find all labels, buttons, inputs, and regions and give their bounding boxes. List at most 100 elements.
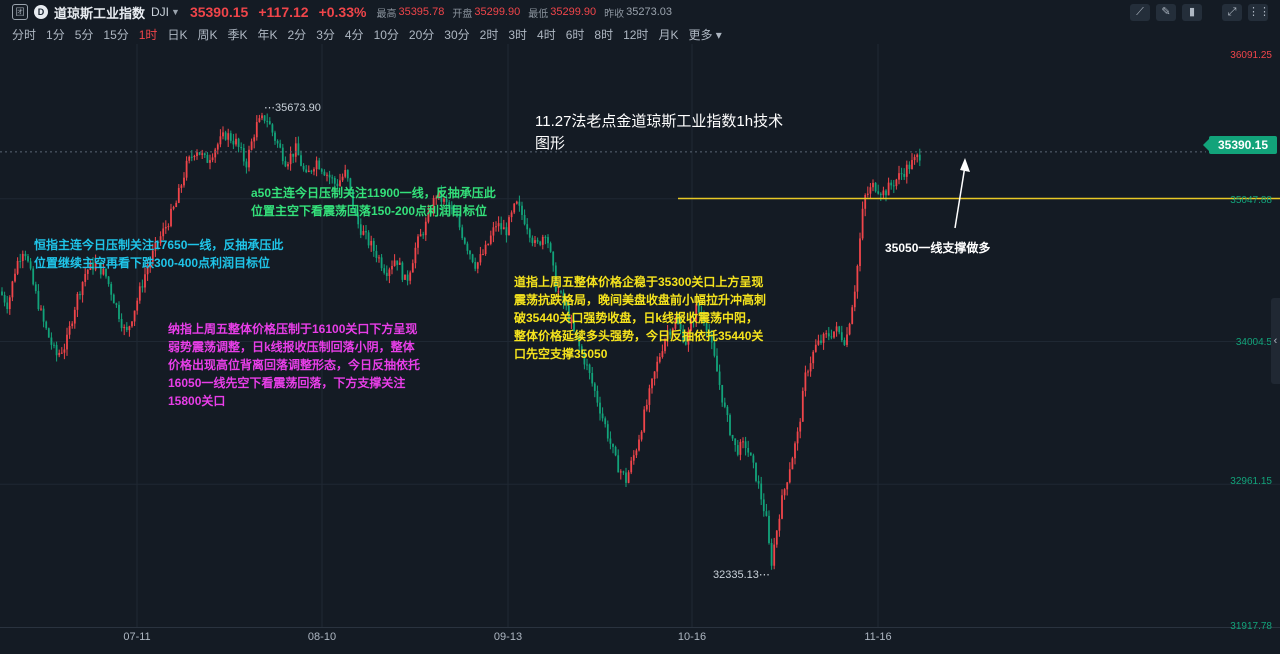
candle-body — [409, 272, 412, 281]
candle-body — [258, 118, 261, 123]
candle-body — [63, 349, 66, 353]
chevron-down-icon[interactable]: ▼ — [171, 7, 180, 17]
candle-body — [749, 452, 752, 456]
candle-body — [461, 227, 464, 239]
candle-body — [593, 383, 596, 391]
candle-body — [588, 364, 591, 373]
up-arrow-shaft — [954, 165, 966, 229]
candle-body — [853, 291, 856, 308]
candle-body — [643, 409, 646, 432]
candle-body — [404, 274, 406, 280]
candle-body — [294, 143, 297, 157]
period-tab[interactable]: 3分 — [316, 26, 335, 42]
period-tab[interactable]: 季K — [227, 26, 247, 42]
candle-body — [417, 236, 419, 248]
candle-body — [190, 156, 193, 158]
candle-body — [255, 122, 258, 138]
candle-body — [125, 326, 128, 331]
grid-icon[interactable]: ⋮⋮ — [1248, 4, 1270, 21]
period-tab[interactable]: 月K — [658, 26, 678, 42]
candle-body — [396, 260, 399, 265]
period-tab[interactable]: 1分 — [46, 26, 65, 42]
candle-body — [804, 372, 807, 391]
period-tab[interactable]: 4时 — [537, 26, 556, 42]
candle-body — [913, 157, 916, 161]
period-tab[interactable]: 1时 — [139, 26, 158, 42]
trash-icon[interactable]: ▮ — [1182, 4, 1202, 21]
period-tab[interactable]: 更多 ▾ — [688, 26, 721, 42]
period-tab[interactable]: 12时 — [623, 26, 648, 42]
candle-body — [16, 260, 19, 274]
candle-body — [391, 265, 393, 270]
period-tab[interactable]: 8时 — [594, 26, 613, 42]
pencil-icon[interactable]: ✎ — [1156, 4, 1176, 21]
candle-body — [874, 182, 877, 192]
candle-body — [916, 154, 919, 158]
candle-body — [310, 170, 313, 172]
candle-body — [271, 124, 274, 133]
candle-body — [645, 404, 648, 410]
candle-body — [518, 201, 521, 206]
period-tab[interactable]: 4分 — [345, 26, 364, 42]
candle-body — [536, 240, 539, 242]
candle-body — [388, 269, 391, 276]
candle-body — [552, 251, 555, 266]
candle-body — [326, 174, 328, 176]
index-code-selector[interactable]: DJI — [151, 5, 169, 19]
expand-icon[interactable]: ⤢ — [1222, 4, 1242, 21]
period-tab[interactable]: 6时 — [566, 26, 585, 42]
candle-body — [14, 273, 16, 282]
period-tab[interactable]: 15分 — [103, 26, 128, 42]
candle-body — [289, 153, 292, 165]
open-value: 35299.90 — [474, 6, 521, 18]
candle-body — [729, 415, 731, 435]
period-tab[interactable]: 分时 — [12, 26, 36, 42]
period-tab[interactable]: 年K — [257, 26, 277, 42]
prev-close-value: 35273.03 — [626, 6, 673, 18]
trend-line-icon[interactable]: ⟋ — [1130, 4, 1150, 21]
candle-body — [222, 132, 224, 137]
candle-body — [775, 530, 778, 545]
candle-body — [11, 281, 14, 298]
candle-body — [250, 141, 253, 150]
candle-body — [890, 182, 893, 186]
candle-body — [736, 445, 739, 455]
candle-body — [177, 187, 180, 203]
period-tab[interactable]: 周K — [197, 26, 217, 42]
period-tab[interactable]: 3时 — [508, 26, 527, 42]
candle-body — [164, 226, 167, 229]
period-tab[interactable]: 日K — [167, 26, 187, 42]
candle-body — [794, 443, 796, 459]
candle-body — [648, 388, 651, 405]
candle-body — [110, 284, 113, 295]
period-tab[interactable]: 2分 — [288, 26, 307, 42]
chevron-left-icon[interactable]: ‹ — [1271, 298, 1280, 384]
candle-body — [362, 231, 365, 235]
period-tab[interactable]: 30分 — [444, 26, 469, 42]
candle-body — [830, 336, 833, 338]
candle-body — [755, 462, 757, 482]
candle-body — [781, 495, 783, 519]
candle-body — [42, 308, 45, 322]
candle-body — [19, 260, 22, 262]
candle-body — [528, 229, 531, 238]
index-badge-icon: D — [34, 5, 48, 19]
candle-body — [55, 344, 58, 356]
candle-body — [245, 161, 248, 168]
candle-body — [791, 458, 794, 470]
candle-body — [489, 235, 492, 244]
candle-body — [840, 332, 843, 341]
candle-body — [6, 302, 9, 309]
candle-body — [138, 286, 141, 301]
candle-body — [53, 344, 55, 346]
candle-body — [744, 441, 747, 448]
candle-body — [167, 226, 170, 228]
period-tab[interactable]: 10分 — [374, 26, 399, 42]
candle-body — [414, 247, 417, 264]
period-tab[interactable]: 2时 — [480, 26, 499, 42]
candle-body — [370, 240, 373, 246]
candle-body — [625, 472, 627, 483]
period-tab[interactable]: 5分 — [75, 26, 94, 42]
period-tab[interactable]: 20分 — [409, 26, 434, 42]
candle-body — [770, 542, 773, 566]
